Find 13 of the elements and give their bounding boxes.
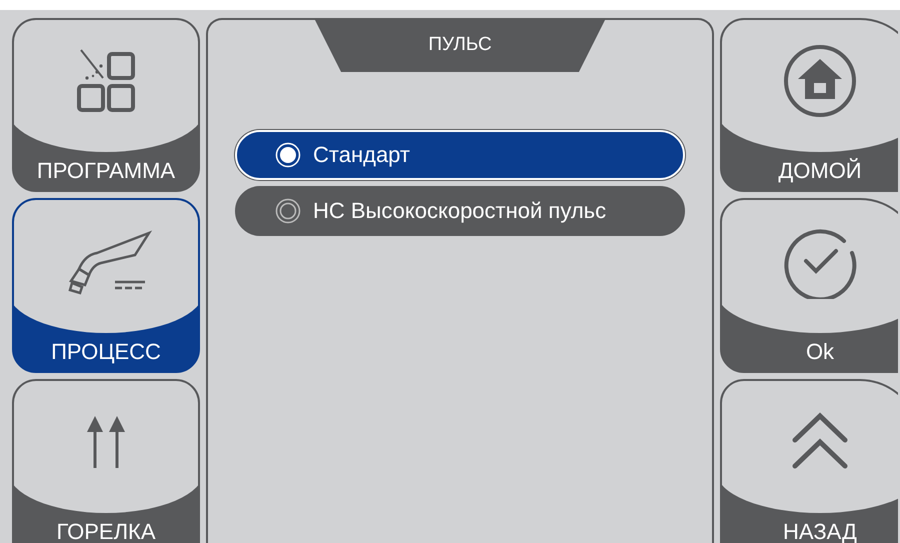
radio-option[interactable]: НС Высокоскоростной пульс [235, 186, 685, 236]
radio-option[interactable]: Стандарт [235, 130, 685, 180]
menu-button[interactable]: ДОМОЙ [720, 18, 898, 192]
menu-button[interactable]: ПРОГРАММА [12, 18, 200, 192]
panel-title: ПУЛЬС [315, 20, 605, 72]
program-icon [75, 48, 137, 114]
menu-button[interactable]: Ok [720, 198, 898, 373]
menu-button[interactable]: ПРОЦЕСС [12, 198, 200, 373]
radio-icon [275, 142, 301, 168]
radio-icon [275, 198, 301, 224]
menu-button[interactable]: ГОРЕЛКА [12, 378, 200, 543]
home-icon [782, 43, 858, 120]
menu-button[interactable]: НАЗАД [720, 378, 898, 543]
